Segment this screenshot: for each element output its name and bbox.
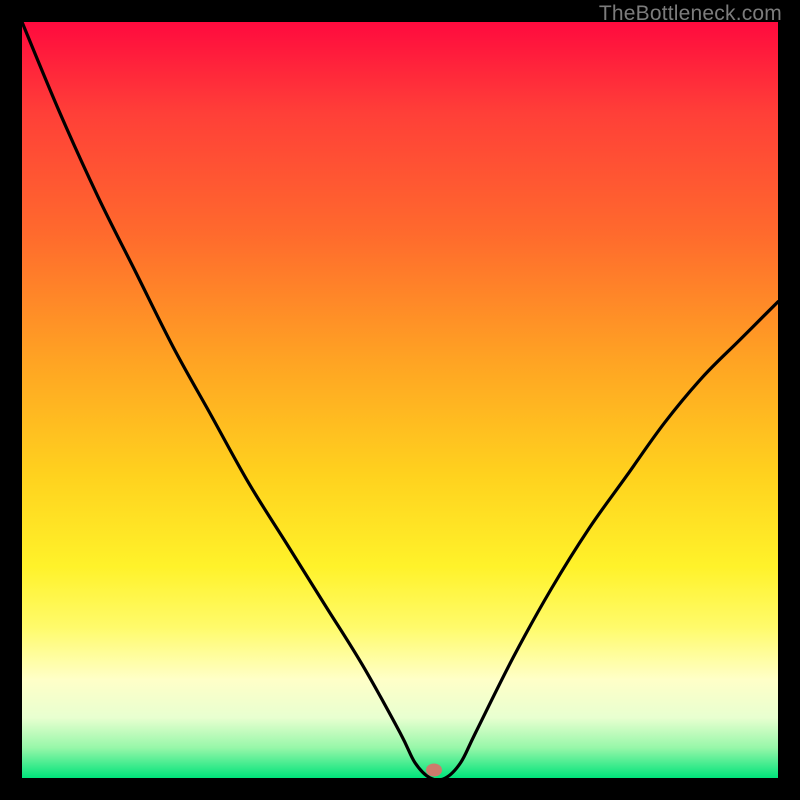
- chart-stage: TheBottleneck.com: [0, 0, 800, 800]
- bottleneck-curve: [22, 22, 778, 778]
- optimum-marker: [426, 764, 442, 777]
- plot-area: [22, 22, 778, 778]
